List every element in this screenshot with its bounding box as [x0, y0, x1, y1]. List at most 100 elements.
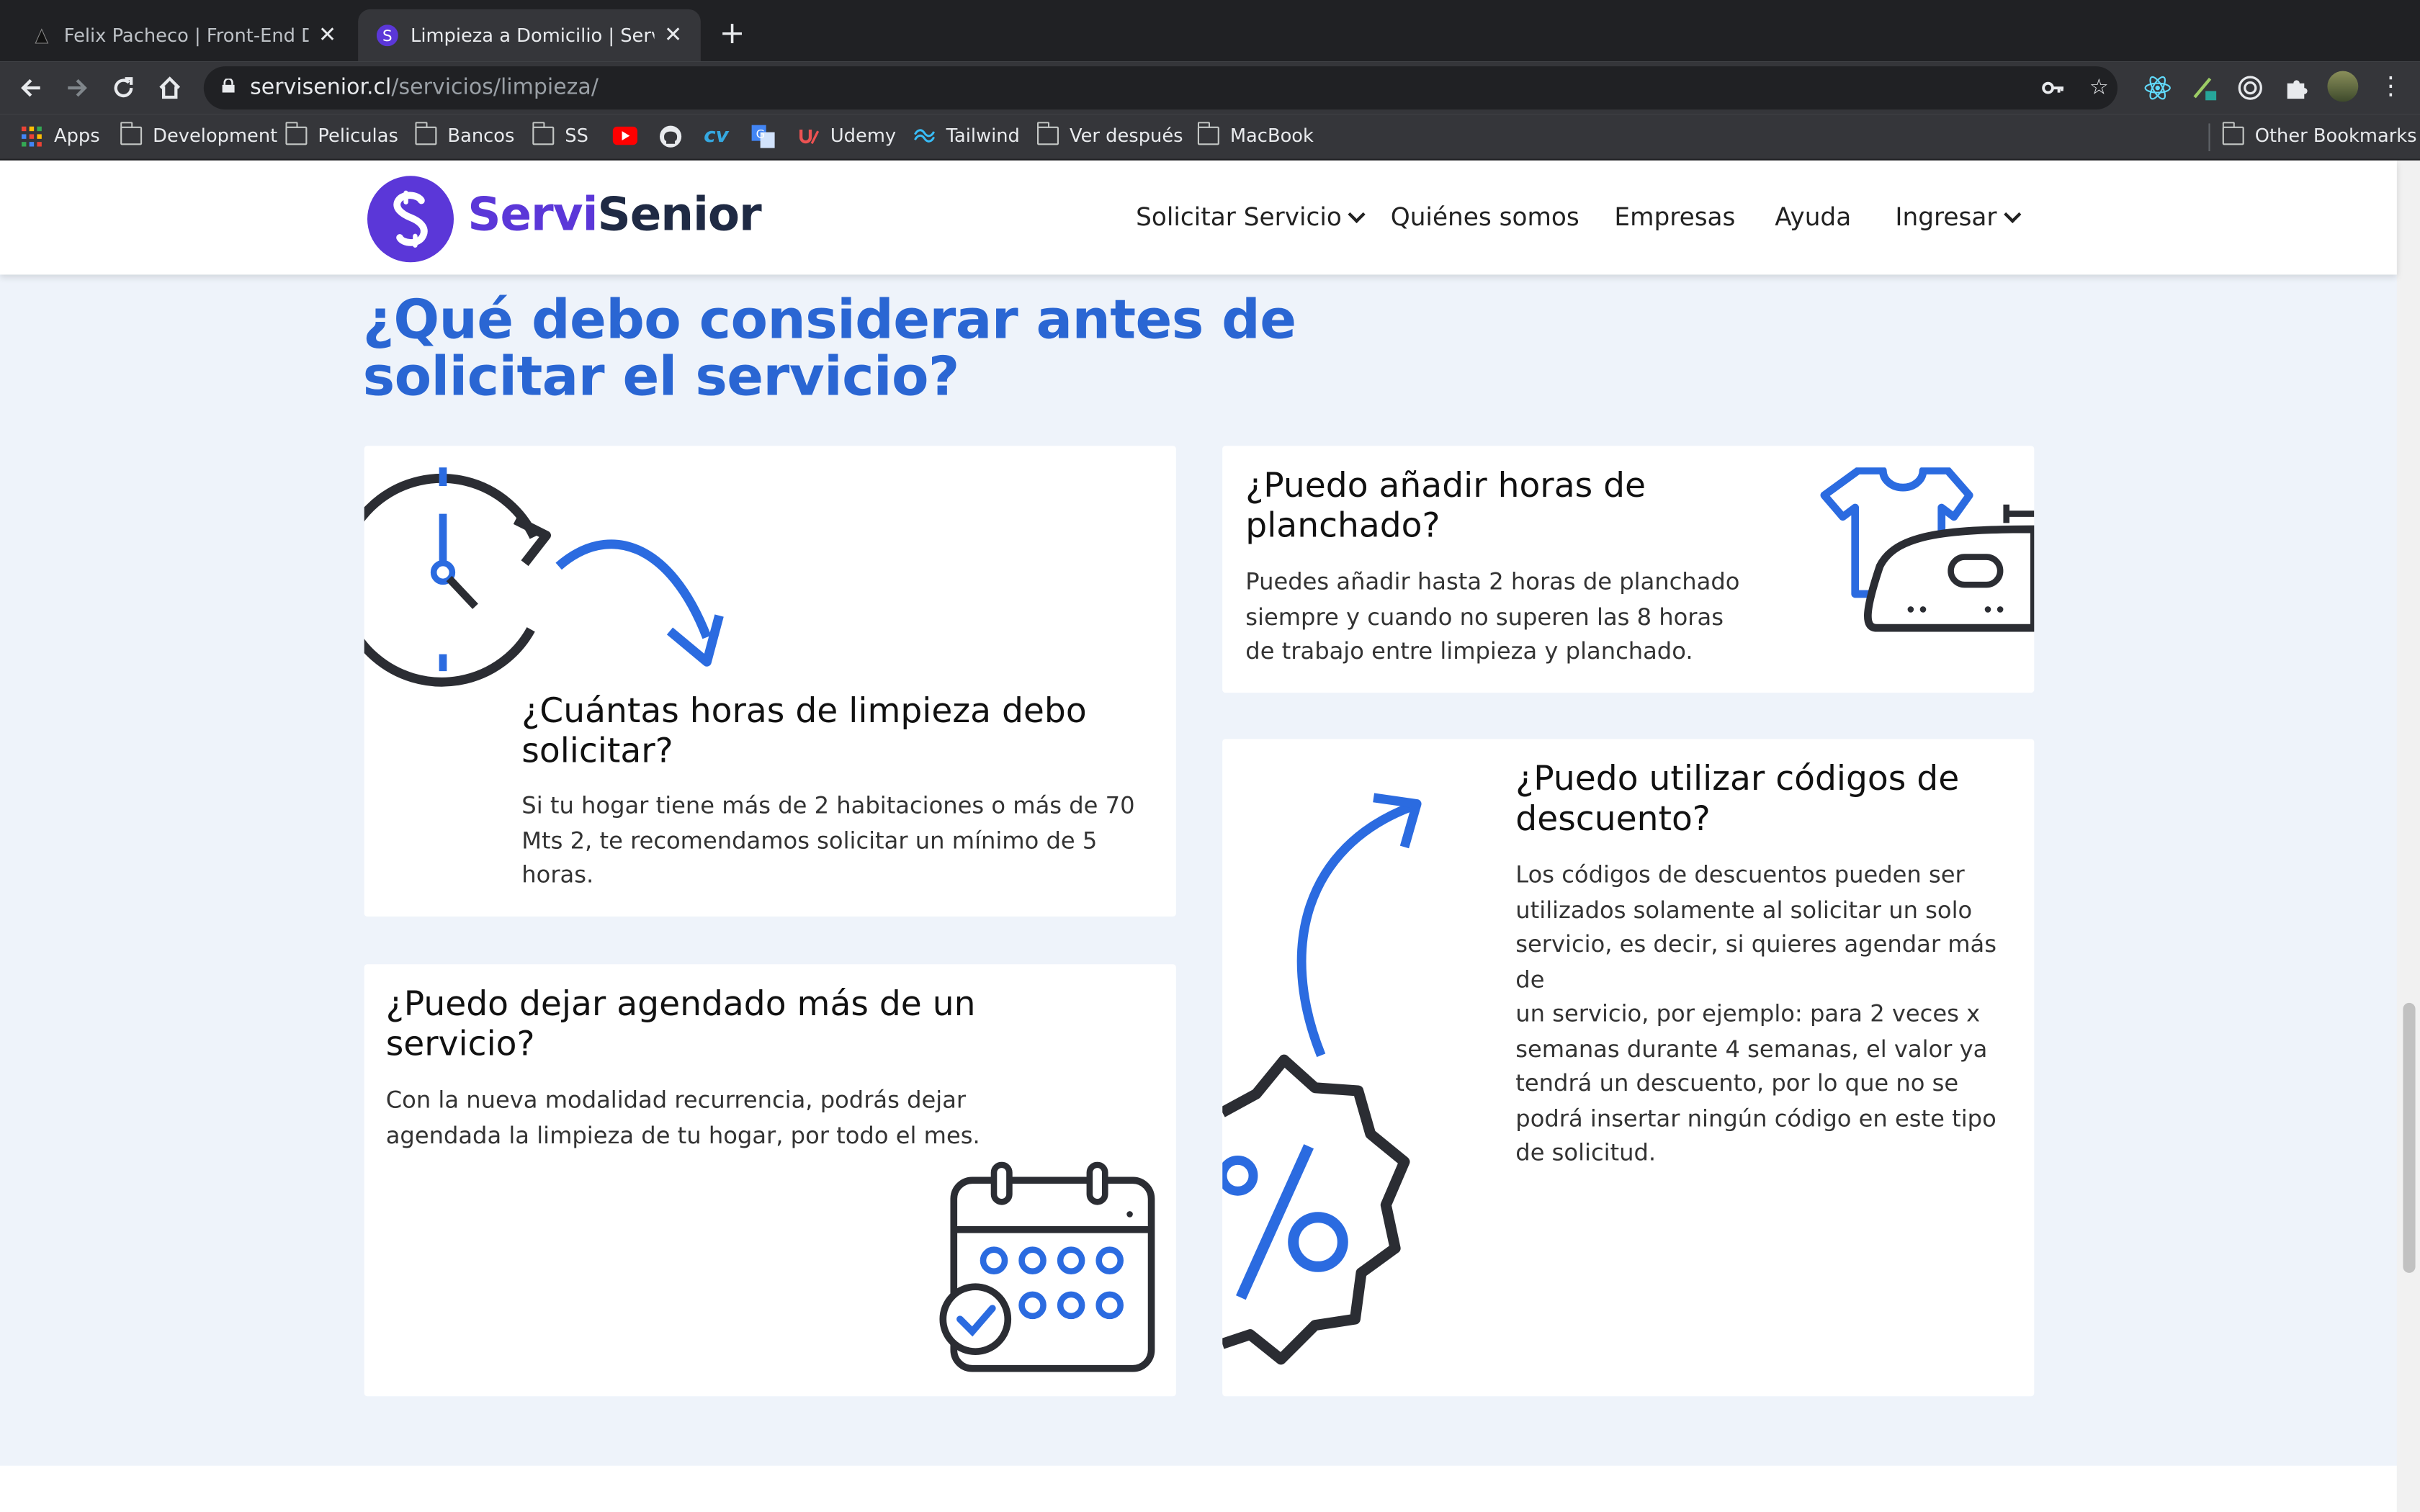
- brand-part2: Senior: [597, 188, 761, 243]
- react-devtools-icon[interactable]: [2143, 74, 2172, 102]
- bookmark-development[interactable]: Development: [120, 122, 278, 148]
- lock-icon: [222, 78, 235, 93]
- bookmark-github[interactable]: [659, 123, 682, 148]
- nav-label: Quiénes somos: [1390, 202, 1579, 232]
- bookmark-label: Apps: [54, 125, 100, 147]
- bookmark-ss[interactable]: SS: [532, 122, 588, 148]
- tailwind-icon: [914, 129, 936, 143]
- bookmark-tailwind[interactable]: Tailwind: [914, 123, 1020, 148]
- card-title: ¿Puedo añadir horas de planchado?: [1245, 467, 1646, 547]
- forward-icon[interactable]: [60, 71, 94, 105]
- cv-bookmark-icon[interactable]: cv: [704, 123, 729, 148]
- card-text-line: servicio, es decir, si quieres agendar m…: [1515, 930, 1997, 993]
- card-text: Con la nueva modalidad recurrencia, podr…: [386, 1083, 1034, 1152]
- folder-icon: [414, 122, 437, 145]
- profile-avatar[interactable]: [2327, 71, 2359, 102]
- browser-tab[interactable]: Felix Pacheco | Front-End Deve ✕: [12, 9, 355, 62]
- target-extension-icon[interactable]: [2236, 74, 2264, 102]
- nav-ayuda[interactable]: Ayuda: [1775, 202, 1851, 232]
- scrollbar-thumb[interactable]: [2403, 1002, 2416, 1273]
- tab-title: Felix Pacheco | Front-End Deve: [63, 24, 309, 47]
- bookmark-star-icon[interactable]: ☆: [2087, 76, 2111, 100]
- browser-toolbar: servisenior.cl/servicios/limpieza/ ☆ ⋮: [0, 61, 2420, 114]
- bookmark-bancos[interactable]: Bancos: [414, 122, 514, 148]
- clock-arrow-icon: [364, 467, 724, 687]
- bookmark-label: Udemy: [830, 125, 897, 147]
- card-title-line: ¿Cuántas horas de limpieza debo: [521, 693, 1087, 732]
- github-icon: [660, 125, 682, 147]
- card-text-line: de trabajo entre limpieza y planchado.: [1245, 637, 1693, 665]
- card-title-line: planchado?: [1245, 508, 1440, 546]
- faq-card-schedule: ¿Puedo dejar agendado más de un servicio…: [364, 964, 1176, 1397]
- bookmark-peliculas[interactable]: Peliculas: [284, 122, 398, 148]
- servisenior-logo-icon[interactable]: [366, 174, 455, 264]
- card-text-line: utilizados solamente al solicitar un sol…: [1515, 895, 1973, 924]
- bookmark-translate[interactable]: G: [751, 123, 775, 148]
- card-text-line: podrá insertar ningún código en este tip…: [1515, 1104, 1996, 1132]
- card-title-line: ¿Puedo dejar agendado más de un: [385, 986, 976, 1025]
- card-title-line: descuento?: [1515, 801, 1711, 840]
- bookmark-label: MacBook: [1229, 125, 1314, 147]
- nav-ingresar[interactable]: Ingresar: [1895, 202, 2022, 232]
- card-text-line: agendada la limpieza de tu hogar, por to…: [385, 1120, 980, 1149]
- nav-quienes-somos[interactable]: Quiénes somos: [1391, 202, 1579, 232]
- bookmark-udemy[interactable]: Udemy: [798, 123, 896, 148]
- tab-favicon-icon: [31, 24, 52, 46]
- folder-icon: [532, 122, 555, 145]
- folder-icon: [120, 122, 143, 145]
- browser-tab-active[interactable]: S Limpieza a Domicilio | ServiSen ✕: [358, 9, 701, 62]
- card-text-line: semanas durante 4 semanas, el valor ya: [1515, 1034, 1988, 1063]
- bookmark-macbook[interactable]: MacBook: [1196, 122, 1314, 148]
- home-icon[interactable]: [153, 71, 187, 105]
- next-section-edge: [0, 1465, 2397, 1512]
- card-text: Si tu hogar tiene más de 2 habitaciones …: [521, 788, 1155, 893]
- svg-text:S: S: [382, 27, 393, 45]
- tab-close-icon[interactable]: ✕: [664, 23, 682, 48]
- nav-solicitar-servicio[interactable]: Solicitar Servicio: [1136, 202, 1366, 231]
- url-host: servisenior.cl: [250, 76, 392, 101]
- card-title: ¿Puedo utilizar códigos de descuento?: [1515, 760, 1959, 840]
- key-icon[interactable]: [2040, 76, 2065, 100]
- shirt-iron-icon: [1820, 467, 2035, 632]
- translate-icon: G: [751, 124, 775, 148]
- nav-empresas[interactable]: Empresas: [1614, 202, 1735, 232]
- pen-extension-icon[interactable]: [2190, 74, 2218, 102]
- faq-card-hours: ¿Cuántas horas de limpieza debo solicita…: [364, 446, 1176, 917]
- tab-close-icon[interactable]: ✕: [318, 23, 336, 48]
- faq-card-discount: ¿Puedo utilizar códigos de descuento? Lo…: [1222, 739, 2035, 1397]
- svg-text:G: G: [756, 127, 765, 140]
- card-text-line: Si tu hogar tiene más de 2 habitaciones …: [521, 791, 1135, 819]
- bookmark-label: Development: [153, 125, 278, 147]
- reload-icon[interactable]: [107, 71, 140, 105]
- card-text-line: Los códigos de descuentos pueden ser: [1515, 860, 1965, 889]
- site-header: ServiSenior Solicitar Servicio Quiénes s…: [0, 160, 2397, 275]
- chevron-down-icon: [1348, 205, 1366, 223]
- section-heading: ¿Qué debo considerar antes de solicitar …: [362, 292, 1350, 409]
- card-title-line: ¿Puedo añadir horas de: [1245, 467, 1646, 506]
- menu-kebab-icon[interactable]: ⋮: [2377, 72, 2405, 101]
- bookmark-label: Ver después: [1070, 125, 1183, 147]
- new-tab-icon[interactable]: +: [720, 17, 745, 48]
- card-title-line: solicitar?: [521, 732, 673, 772]
- card-text-line: de solicitud.: [1515, 1138, 1657, 1166]
- address-bar[interactable]: servisenior.cl/servicios/limpieza/ ☆: [203, 66, 2118, 110]
- tab-title: Limpieza a Domicilio | ServiSen: [411, 24, 655, 47]
- brand-name[interactable]: ServiSenior: [467, 188, 761, 242]
- card-text-line: siempre y cuando no superen las 8 horas: [1245, 602, 1724, 631]
- bookmark-youtube[interactable]: [612, 123, 637, 148]
- card-text-line: un servicio, por ejemplo: para 2 veces x: [1515, 999, 1981, 1028]
- chevron-down-icon: [2003, 205, 2022, 223]
- section-heading-line: solicitar el servicio?: [362, 347, 960, 409]
- nav-label: Ingresar: [1895, 202, 1997, 232]
- card-title: ¿Cuántas horas de limpieza debo solicita…: [521, 693, 1086, 773]
- bookmark-label: Peliculas: [318, 125, 398, 147]
- back-icon[interactable]: [14, 71, 48, 105]
- other-bookmarks[interactable]: Other Bookmarks: [2221, 122, 2417, 148]
- bookmarks-divider: [2208, 123, 2210, 151]
- page-scrollbar[interactable]: [2396, 160, 2420, 1512]
- bookmark-ver-despues[interactable]: Ver después: [1036, 122, 1183, 148]
- extensions-puzzle-icon[interactable]: [2282, 74, 2311, 102]
- youtube-icon: [612, 126, 637, 145]
- card-text-line: Con la nueva modalidad recurrencia, podr…: [385, 1086, 967, 1115]
- bookmark-apps[interactable]: Apps: [22, 123, 100, 148]
